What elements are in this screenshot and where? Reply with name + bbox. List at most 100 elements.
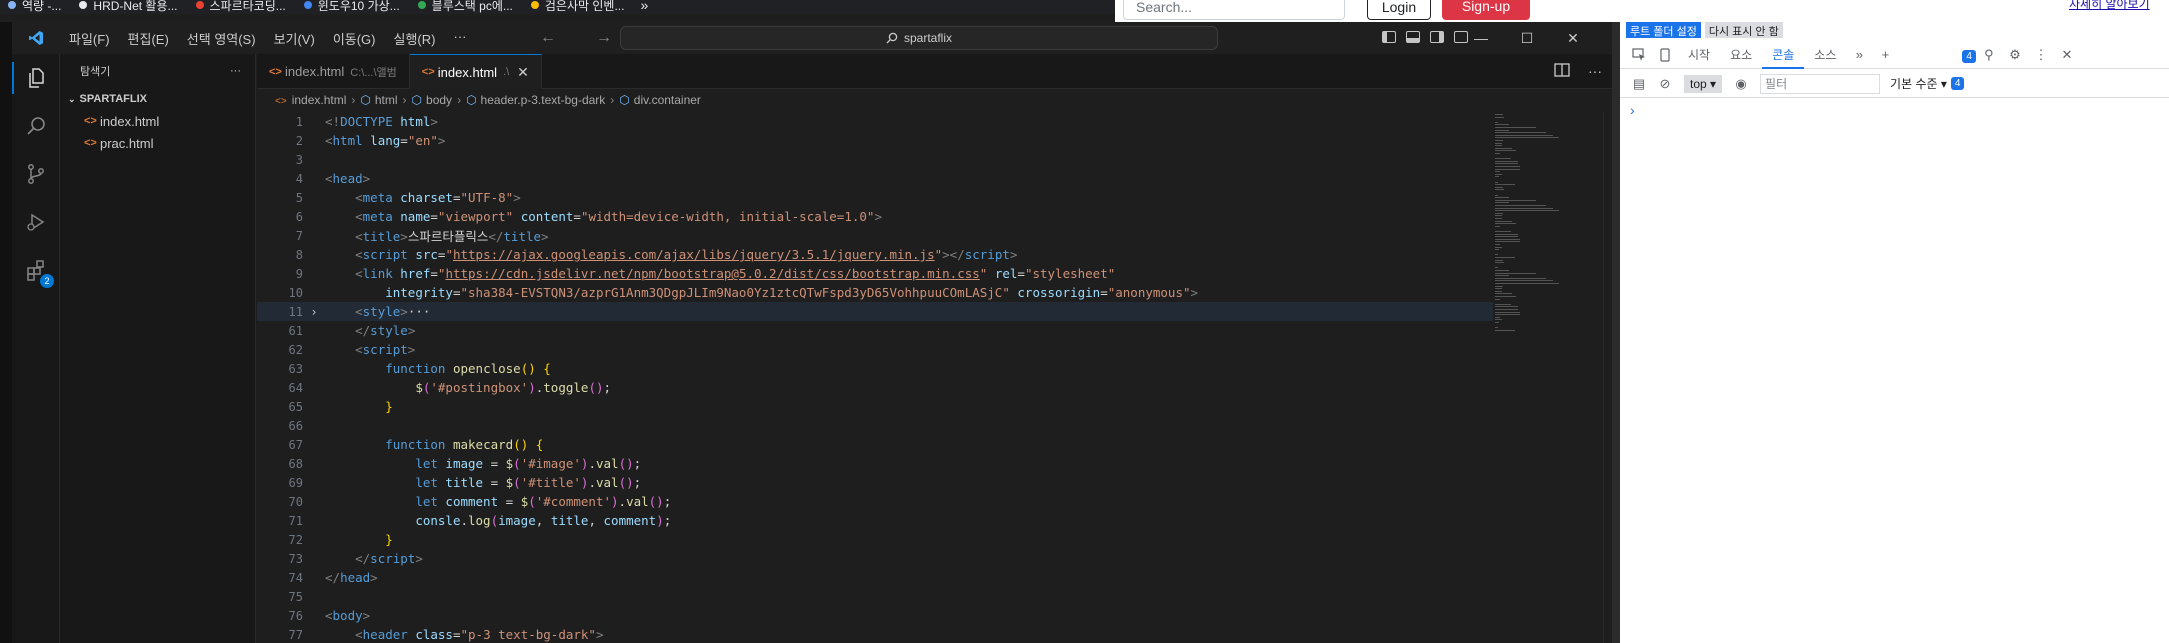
code-line[interactable]: 62 <script> (257, 340, 1497, 359)
device-toolbar-icon[interactable] (1652, 42, 1678, 68)
bookmark-item[interactable]: 윈도우10 가상... (296, 0, 410, 13)
clear-console-icon[interactable]: ⊘ (1652, 71, 1678, 97)
issues-indicator[interactable]: 4 (1958, 48, 1976, 63)
live-expression-eye-icon[interactable]: ◉ (1728, 71, 1754, 97)
add-tab-icon[interactable]: + (1872, 42, 1898, 68)
connection-icon[interactable]: ⚲ (1976, 42, 2002, 68)
toggle-panel-icon[interactable] (1406, 31, 1420, 43)
search-input[interactable]: Search... (1123, 0, 1345, 20)
code-line[interactable]: 64 $('#postingbox').toggle(); (257, 378, 1497, 397)
explorer-icon[interactable] (12, 54, 60, 102)
editor-scrollbar[interactable] (1603, 112, 1612, 643)
code-line[interactable]: 66 (257, 416, 1497, 435)
code-editor[interactable]: 1 <!DOCTYPE html> 2 <html lang="en"> 3 4 <head… (257, 112, 1497, 643)
menu-item[interactable]: 보기(V) (265, 29, 324, 48)
tab-console[interactable]: 콘솔 (1762, 41, 1805, 69)
dont-show-again-button[interactable]: 다시 표시 안 함 (1704, 22, 1783, 38)
breadcrumb-item[interactable]: ⬡ html (360, 93, 397, 107)
menu-item[interactable]: 이동(G) (324, 29, 385, 48)
search-sidebar-icon[interactable] (12, 102, 60, 150)
code-line[interactable]: 63 function openclose() { (257, 359, 1497, 378)
minimap[interactable] (1493, 112, 1603, 643)
code-line[interactable]: 67 function makecard() { (257, 435, 1497, 454)
code-line[interactable]: 75 (257, 587, 1497, 606)
code-line[interactable]: 68 let image = $('#image').val(); (257, 454, 1497, 473)
settings-gear-icon[interactable]: ⚙ (2002, 42, 2028, 68)
set-root-folder-button[interactable]: 루트 폴더 설정 (1626, 22, 1701, 38)
toggle-primary-sidebar-icon[interactable] (1382, 31, 1396, 43)
sidebar-toggle-icon[interactable]: ▤ (1626, 71, 1652, 97)
breadcrumb-item[interactable]: <> index.html (275, 93, 346, 107)
bookmark-item[interactable]: 검은사막 인벤... (523, 0, 635, 13)
code-line[interactable]: 73 </script> (257, 549, 1497, 568)
breadcrumb-item[interactable]: ⬡ div.container (619, 93, 701, 107)
menu-item[interactable]: 파일(F) (60, 29, 119, 48)
menu-item[interactable]: 편집(E) (119, 29, 178, 48)
close-devtools-icon[interactable]: ✕ (2054, 42, 2080, 68)
code-line[interactable]: 70 let comment = $('#comment').val(); (257, 492, 1497, 511)
menu-item[interactable]: ··· (444, 29, 475, 48)
bookmark-item[interactable]: 블루스택 pc에... (410, 0, 523, 13)
close-tab-icon[interactable]: ✕ (517, 64, 529, 81)
code-line[interactable]: 77 <header class="p-3 text-bg-dark"> (257, 625, 1497, 643)
code-line[interactable]: 9 <link href="https://cdn.jsdelivr.net/n… (257, 264, 1497, 283)
command-center-search[interactable]: spartaflix (620, 26, 1218, 50)
console-filter-input[interactable]: 필터 (1760, 73, 1881, 94)
bookmark-item[interactable]: 역량 -... (0, 0, 71, 13)
toggle-secondary-sidebar-icon[interactable] (1430, 31, 1444, 43)
tab-welcome[interactable]: 시작 (1678, 41, 1720, 69)
source-control-icon[interactable] (12, 150, 60, 198)
breadcrumb-item[interactable]: ⬡ header.p-3.text-bg-dark (466, 93, 605, 107)
workspace-folder[interactable]: ⌄ SPARTAFLIX (60, 88, 255, 110)
back-arrow-icon[interactable]: ← (540, 29, 556, 47)
run-debug-icon[interactable] (12, 198, 60, 246)
code-line[interactable]: 76 <body> (257, 606, 1497, 625)
learn-more-link[interactable]: 자세히 알아보기 (2069, 0, 2150, 12)
code-line[interactable]: 10 integrity = "sha384-EVSTQN3/azprG1Anm3Q… (257, 283, 1497, 302)
tab-index-album[interactable]: <> index.html C:\...\앨범 (257, 54, 410, 89)
login-button[interactable]: Login (1367, 0, 1431, 20)
code-line[interactable]: 8 <script src="https://ajax.googleapis.c… (257, 245, 1497, 264)
code-line[interactable]: 2 <html lang="en"> (257, 131, 1497, 150)
context-select[interactable]: top ▾ (1684, 74, 1723, 93)
split-editor-icon[interactable] (1554, 63, 1570, 77)
bookmark-item[interactable]: 스파르타코딩... (188, 0, 296, 13)
menu-item[interactable]: 선택 영역(S) (178, 29, 265, 48)
code-line[interactable]: 6 <meta name="viewport" content="width=d… (257, 207, 1497, 226)
tab-elements[interactable]: 요소 (1720, 41, 1762, 69)
console-prompt[interactable]: › (1630, 102, 1635, 118)
signup-button[interactable]: Sign-up (1442, 0, 1530, 20)
fold-chevron-icon[interactable]: › (303, 305, 325, 319)
tab-index-active[interactable]: <> index.html .\ ✕ (409, 54, 542, 89)
code-line[interactable]: 71 consle.log(image, title, comment); (257, 511, 1497, 530)
code-line[interactable]: 1 <!DOCTYPE html> (257, 112, 1497, 131)
explorer-more-icon[interactable]: ··· (230, 65, 241, 77)
code-line[interactable]: 61 </style> (257, 321, 1497, 340)
code-line[interactable]: 7 <title>스파르타플릭스</title> (257, 226, 1497, 245)
tab-sources[interactable]: 소스 (1804, 41, 1846, 69)
breadcrumb-item[interactable]: ⬡ body (412, 93, 453, 107)
code-line[interactable]: 69 let title = $('#title').val(); (257, 473, 1497, 492)
code-line[interactable]: 65 } (257, 397, 1497, 416)
code-line[interactable]: 72 } (257, 530, 1497, 549)
code-line[interactable]: 11 › <style>··· (257, 302, 1497, 321)
minimize-button[interactable]: — (1458, 22, 1504, 54)
file-item-prac[interactable]: <> prac.html (60, 132, 255, 154)
menu-item[interactable]: 실행(R) (385, 29, 445, 48)
close-window-button[interactable]: ✕ (1550, 22, 1596, 54)
more-tabs-icon[interactable]: » (1846, 42, 1872, 68)
inspect-element-icon[interactable] (1626, 42, 1652, 68)
file-item-index[interactable]: <> index.html (60, 110, 255, 132)
bookmarks-overflow-icon[interactable]: » (640, 0, 648, 13)
log-levels-dropdown[interactable]: 기본 수준 ▾ (1890, 75, 1947, 92)
maximize-button[interactable]: ☐ (1504, 22, 1550, 54)
extensions-icon[interactable]: 2 (12, 246, 60, 294)
bookmark-item[interactable]: HRD-Net 활용... (71, 0, 187, 13)
more-options-icon[interactable]: ⋮ (2028, 42, 2054, 68)
code-line[interactable]: 3 (257, 150, 1497, 169)
code-line[interactable]: 5 <meta charset="UTF-8"> (257, 188, 1497, 207)
code-line[interactable]: 74 </head> (257, 568, 1497, 587)
more-actions-icon[interactable]: ··· (1588, 63, 1602, 79)
code-line[interactable]: 4 <head> (257, 169, 1497, 188)
forward-arrow-icon[interactable]: → (596, 29, 612, 47)
